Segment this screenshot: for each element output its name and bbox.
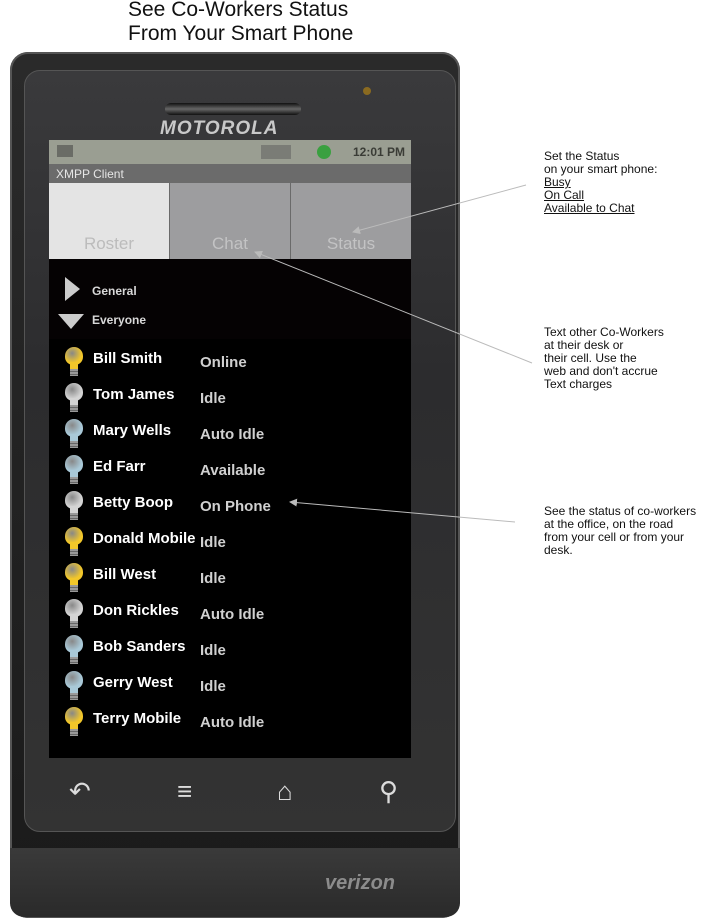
- chat-callout-line: [254, 250, 533, 364]
- roster-callout-line: [289, 498, 516, 523]
- status-callout-line: [352, 184, 527, 235]
- callout-arrows: [254, 184, 533, 523]
